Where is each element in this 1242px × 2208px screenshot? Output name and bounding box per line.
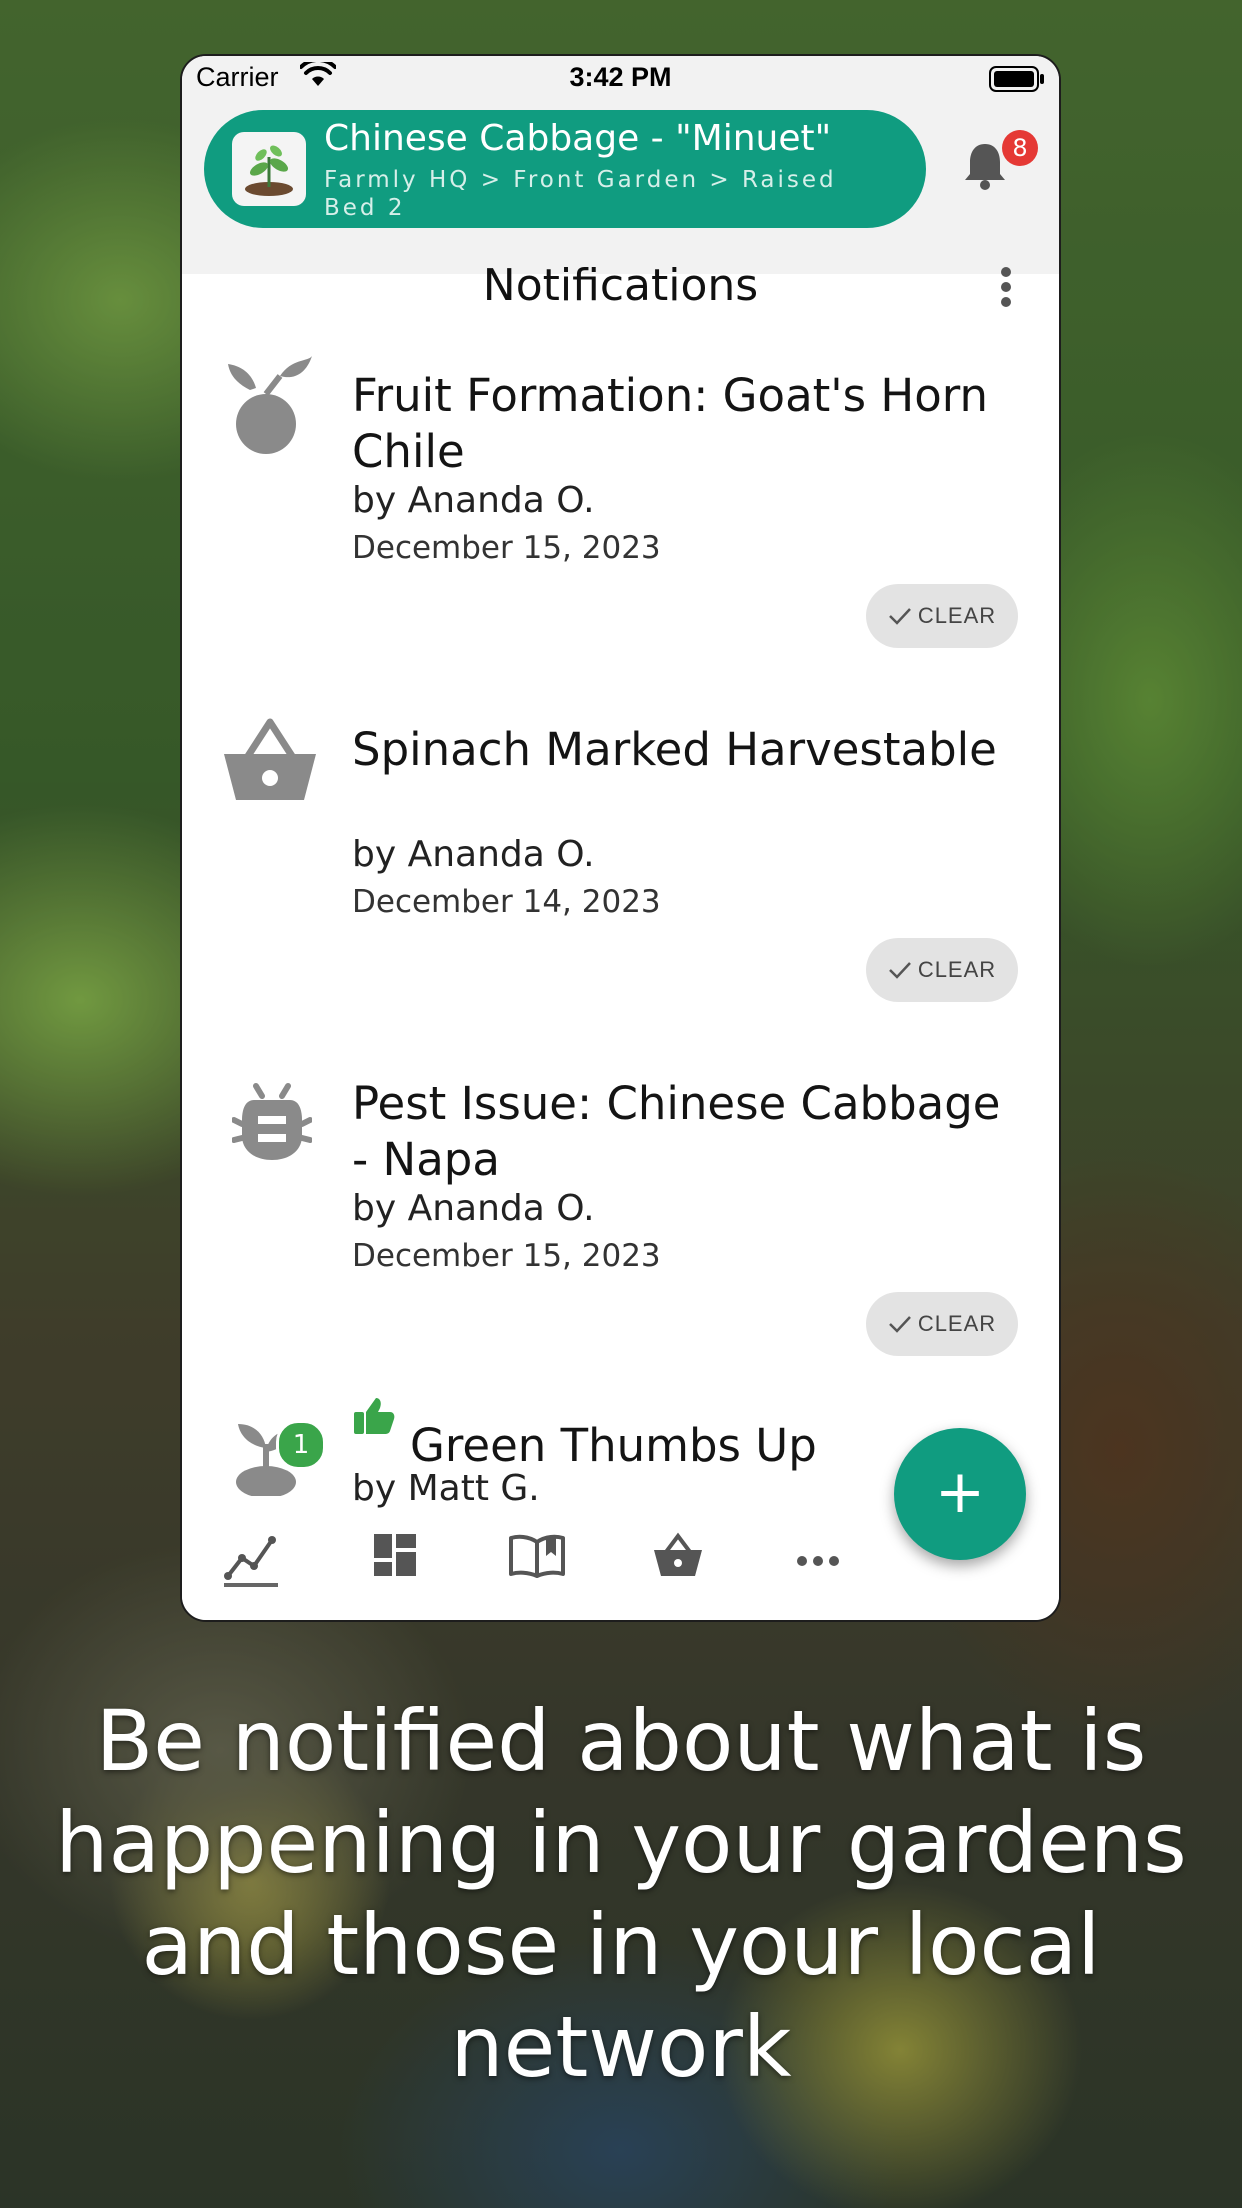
notification-author: by Ananda O. <box>352 834 595 875</box>
page-title: Notifications <box>482 260 759 311</box>
count-badge: 1 <box>276 1420 326 1470</box>
thumbs-up-icon <box>352 1396 396 1440</box>
clear-label: CLEAR <box>917 957 997 982</box>
plant-name: Chinese Cabbage - "Minuet" <box>324 118 832 159</box>
check-icon <box>888 608 911 625</box>
bug-icon <box>231 1076 313 1168</box>
clear-button[interactable]: CLEAR <box>866 1292 1018 1356</box>
clear-button[interactable]: CLEAR <box>866 938 1018 1002</box>
notification-title: Fruit Formation: Goat's Horn Chile <box>352 369 989 478</box>
notification-date: December 15, 2023 <box>352 530 661 566</box>
phone-frame: Carrier 3:42 PM Chinese Cabbage - "Minue… <box>180 54 1061 1622</box>
notification-author: by Ananda O. <box>352 480 595 521</box>
basket-icon <box>654 1532 702 1576</box>
chart-icon <box>224 1536 276 1580</box>
nav-dashboard[interactable] <box>372 1532 418 1582</box>
add-button[interactable]: + <box>894 1428 1026 1560</box>
active-tab-indicator <box>224 1583 278 1587</box>
notification-author: by Ananda O. <box>352 1188 595 1229</box>
check-icon <box>888 962 911 979</box>
notification-title: Spinach Marked Harvestable <box>352 723 997 776</box>
battery-icon <box>989 66 1045 97</box>
clear-label: CLEAR <box>917 1311 997 1336</box>
more-options-icon[interactable] <box>998 266 1014 312</box>
nav-guides[interactable] <box>508 1532 566 1582</box>
notification-date: December 14, 2023 <box>352 884 661 920</box>
nav-more[interactable] <box>796 1552 840 1571</box>
notification-title: Green Thumbs Up <box>410 1419 817 1472</box>
app-header: Chinese Cabbage - "Minuet" Farmly HQ > F… <box>182 102 1059 274</box>
dashboard-icon <box>374 1534 416 1576</box>
nav-harvest[interactable] <box>652 1532 704 1582</box>
location-selector[interactable]: Chinese Cabbage - "Minuet" Farmly HQ > F… <box>204 110 926 228</box>
basket-icon <box>220 716 320 810</box>
status-bar: Carrier 3:42 PM <box>182 56 1059 102</box>
more-icon <box>797 1556 839 1566</box>
book-icon <box>509 1534 565 1578</box>
marketing-caption: Be notified about what is happening in y… <box>55 1692 1187 2096</box>
nav-activity[interactable] <box>224 1532 280 1586</box>
seedling-icon <box>245 145 293 196</box>
clock: 3:42 PM <box>569 62 672 92</box>
breadcrumb: Farmly HQ > Front Garden > Raised Bed 2 <box>324 167 837 221</box>
fruit-icon <box>220 354 316 468</box>
notification-count-badge: 8 <box>1002 130 1038 166</box>
plant-thumbnail <box>232 132 306 206</box>
clear-label: CLEAR <box>917 603 997 628</box>
clear-button[interactable]: CLEAR <box>866 584 1018 648</box>
notification-title: Pest Issue: Chinese Cabbage - Napa <box>352 1077 1001 1186</box>
notification-date: December 15, 2023 <box>352 1238 661 1274</box>
check-icon <box>888 1316 911 1333</box>
notification-author: by Matt G. <box>352 1468 540 1509</box>
